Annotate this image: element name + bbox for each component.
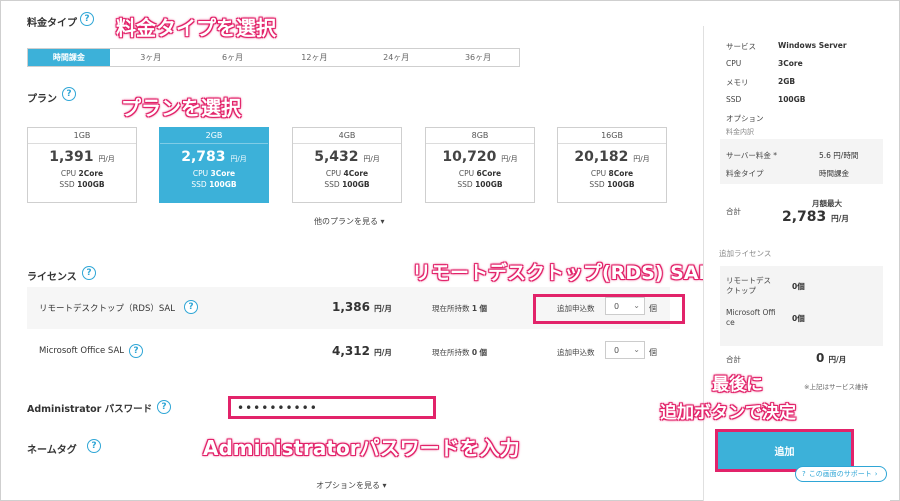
annotation-add-rds: リモートデスクトップ(RDS) SAL追加 [412,262,749,284]
license-heading: ライセンス [27,272,77,283]
license-header: 追加ライセンス [719,249,772,258]
options-link[interactable]: オプションを見る ▾ [316,480,387,491]
summary-value: Windows Server [778,41,847,50]
summary-label: オプション [726,114,764,123]
plan-price: 20,182 円/月 [574,149,650,165]
plan-name: 2GB [160,128,268,144]
help-icon[interactable]: ? [184,300,198,314]
plan-spec: CPU 6Core SSD 100GB [457,169,503,189]
chevron-down-icon: ▾ [380,481,387,490]
help-icon[interactable]: ? [129,344,143,358]
license-row-office: Microsoft Office SAL ? 4,312 円/月 現在所持数 0… [27,331,670,373]
admin-password-label: Administrator パスワード [27,404,153,415]
other-plans-link[interactable]: 他のプランを見る ▾ [314,216,385,227]
help-icon[interactable]: ? [157,400,171,414]
license-owned: 現在所持数 1 個 [432,304,487,313]
summary-value: 2GB [778,77,796,86]
help-icon[interactable]: ? [62,87,76,101]
total-label: 合計 [726,207,741,216]
support-button[interactable]: ? この画面のサポート › [795,466,887,482]
highlight-box [533,294,685,324]
plan-name: 16GB [558,128,666,144]
price-type-label: 料金タイプ [726,169,764,178]
annotation-enter-password: Administratorパスワードを入力 [203,436,520,460]
price-type-heading: 料金タイプ [27,18,77,29]
plan-card-8gb[interactable]: 8GB 10,720 円/月 CPU 6Core SSD 100GB [425,127,535,203]
license-owned: 現在所持数 0 個 [432,348,487,357]
license-price: 4,312 円/月 [332,344,392,358]
chevron-right-icon: › [874,470,878,478]
license-price: 1,386 円/月 [332,300,392,314]
license-rds-count: 0個 [792,282,805,291]
annotation-decide: 追加ボタンで決定 [660,403,796,423]
name-tag-label: ネームタグ [27,445,77,456]
monthly-max-label: 月額最大 [812,199,842,208]
plan-price: 5,432 円/月 [314,149,380,165]
plan-spec: CPU 3Core SSD 100GB [191,169,237,189]
price-details-label: 料金内訳 [726,128,754,136]
admin-password-input[interactable]: •••••••••• [228,396,436,419]
plan-heading: プラン [27,94,57,105]
server-fee-value: 5.6 円/時間 [819,151,859,160]
plan-spec: CPU 4Core SSD 100GB [324,169,370,189]
quantity-unit: 個 [649,348,657,357]
total-value: 2,783 円/月 [782,209,849,225]
plan-price: 2,783 円/月 [181,149,247,165]
tab-6-months[interactable]: 6ヶ月 [192,49,274,66]
plan-name: 8GB [426,128,534,144]
plan-price: 1,391 円/月 [49,149,115,165]
license-name: リモートデスクトップ（RDS）SAL [39,304,175,314]
plan-spec: CPU 8Core SSD 100GB [589,169,635,189]
license-office-count: 0個 [792,314,805,323]
server-fee-label: サーバー料金 * [726,151,778,160]
question-icon: ? [802,470,806,478]
plan-card-1gb[interactable]: 1GB 1,391 円/月 CPU 2Core SSD 100GB [27,127,137,203]
license-office-label: Microsoft Offi ce [726,308,776,327]
plan-name: 1GB [28,128,136,144]
annotation-finally: 最後に [712,375,763,395]
summary-label: SSD [726,95,742,104]
summary-value: 100GB [778,95,806,104]
help-icon[interactable]: ? [82,266,96,280]
license-add-label: 追加申込数 [557,348,595,357]
plan-spec: CPU 2Core SSD 100GB [59,169,105,189]
summary-label: サービス [726,42,756,51]
period-tabs: 時間課金 3ヶ月 6ヶ月 12ヶ月 24ヶ月 36ヶ月 [27,48,520,67]
tab-36-months[interactable]: 36ヶ月 [437,49,519,66]
tab-hourly[interactable]: 時間課金 [28,49,110,66]
tab-12-months[interactable]: 12ヶ月 [273,49,355,66]
summary-label: CPU [726,59,742,68]
chevron-down-icon: ▾ [378,217,385,226]
plan-price: 10,720 円/月 [442,149,518,165]
tab-3-months[interactable]: 3ヶ月 [110,49,192,66]
summary-value: 3Core [778,59,803,68]
chevron-down-icon: ⌄ [633,345,640,354]
annotation-select-plan: プランを選択 [121,96,241,120]
annotation-select-type: 料金タイプを選択 [116,16,276,40]
plan-card-4gb[interactable]: 4GB 5,432 円/月 CPU 4Core SSD 100GB [292,127,402,203]
quantity-select[interactable]: 0 ⌄ [605,341,645,359]
help-icon[interactable]: ? [87,439,101,453]
license-rds-label: リモートデス クトップ [726,276,771,295]
plan-name: 4GB [293,128,401,144]
summary-label: メモリ [726,78,749,87]
tab-24-months[interactable]: 24ヶ月 [355,49,437,66]
price-type-value: 時間課金 [819,169,849,178]
help-icon[interactable]: ? [80,12,94,26]
plan-card-2gb[interactable]: 2GB 2,783 円/月 CPU 3Core SSD 100GB [159,127,269,203]
footnote: ※上記はサービス維持 [804,383,868,391]
license-total-value: 0 円/月 [816,351,847,365]
plan-card-16gb[interactable]: 16GB 20,182 円/月 CPU 8Core SSD 100GB [557,127,667,203]
license-total-label: 合計 [726,355,741,364]
license-name: Microsoft Office SAL [39,346,124,356]
